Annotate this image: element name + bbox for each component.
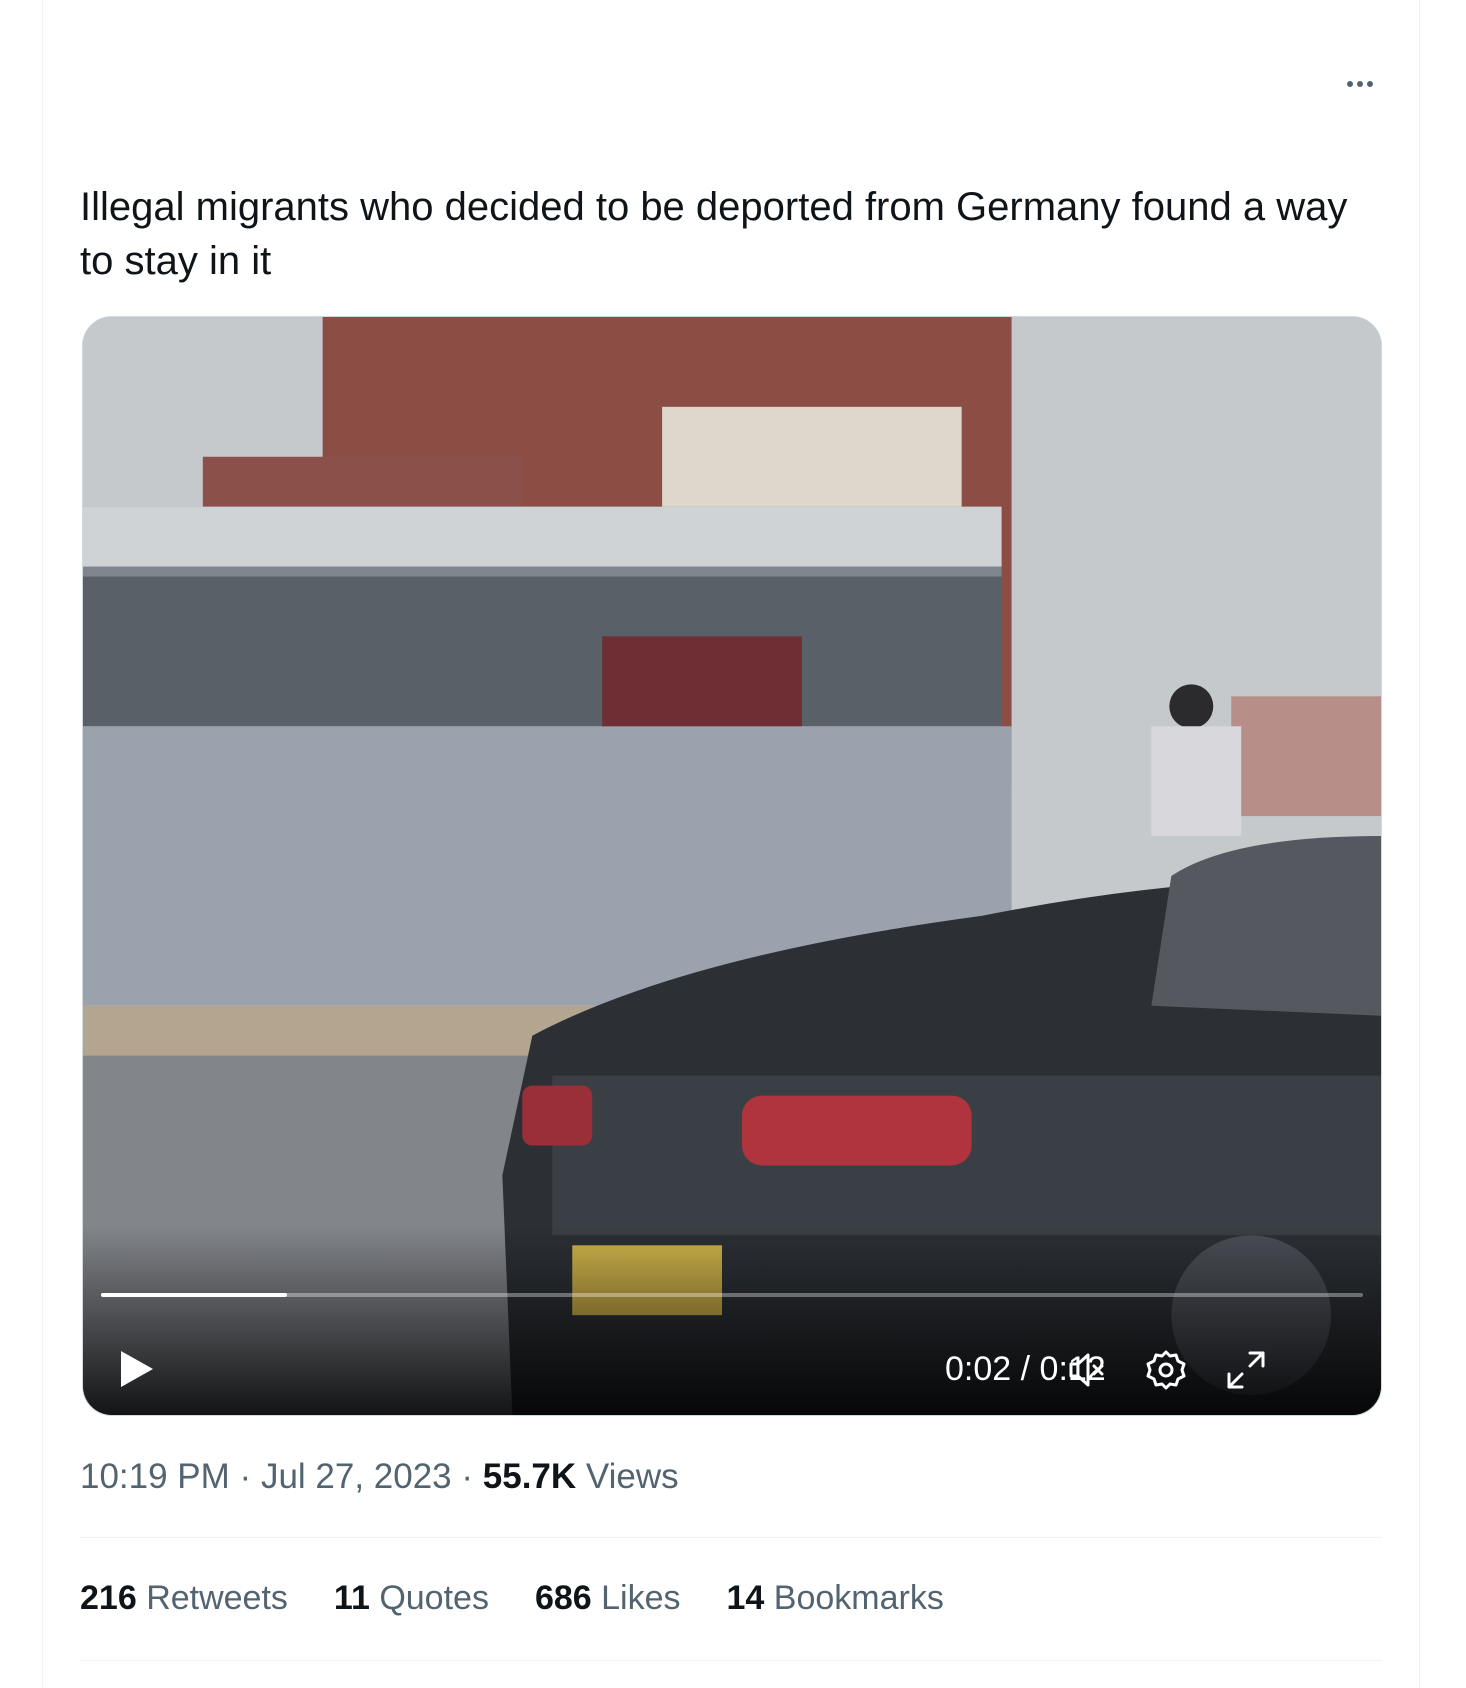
stat-count: 14 — [726, 1579, 765, 1617]
tweet-text: Illegal migrants who decided to be depor… — [80, 185, 1348, 283]
more-options-icon[interactable] — [1340, 70, 1380, 98]
play-icon[interactable] — [117, 1347, 157, 1391]
stat-label: Quotes — [379, 1579, 489, 1617]
fullscreen-icon[interactable] — [1223, 1347, 1269, 1393]
video-current-time: 0:02 — [945, 1350, 1012, 1388]
stat-label: Retweets — [146, 1579, 288, 1617]
video-player[interactable]: 0:02 / 0:12 — [82, 316, 1382, 1416]
views-count: 55.7K — [482, 1457, 577, 1496]
tweet-time[interactable]: 10:19 PM — [80, 1457, 230, 1496]
stat-likes[interactable]: 686 Likes — [535, 1576, 681, 1620]
stat-count: 686 — [534, 1579, 592, 1617]
stat-bookmarks[interactable]: 14 Bookmarks — [727, 1576, 944, 1620]
stat-label: Bookmarks — [773, 1579, 944, 1617]
meta-separator: · — [239, 1457, 252, 1496]
stat-label: Likes — [601, 1579, 681, 1617]
video-time-separator: / — [1020, 1350, 1031, 1388]
stat-count: 11 — [333, 1579, 370, 1617]
meta-separator: · — [461, 1457, 474, 1496]
gear-icon[interactable] — [1143, 1347, 1189, 1393]
stat-quotes[interactable]: 11 Quotes — [334, 1576, 489, 1620]
divider — [80, 1537, 1382, 1538]
volume-muted-icon[interactable] — [1063, 1347, 1109, 1393]
tweet-date[interactable]: Jul 27, 2023 — [261, 1457, 452, 1496]
views-label: Views — [585, 1457, 679, 1496]
video-progress-fill — [101, 1293, 287, 1297]
video-progress-bar[interactable] — [101, 1293, 1363, 1297]
divider — [80, 1660, 1382, 1661]
stat-retweets[interactable]: 216 Retweets — [80, 1576, 288, 1620]
tweet-stats: 216 Retweets 11 Quotes 686 Likes 14 Book… — [80, 1576, 990, 1620]
video-time: 0:02 / 0:12 — [945, 1347, 1145, 1391]
stat-count: 216 — [80, 1579, 137, 1617]
tweet-meta: 10:19 PM · Jul 27, 2023 · 55.7K Views — [80, 1455, 679, 1499]
